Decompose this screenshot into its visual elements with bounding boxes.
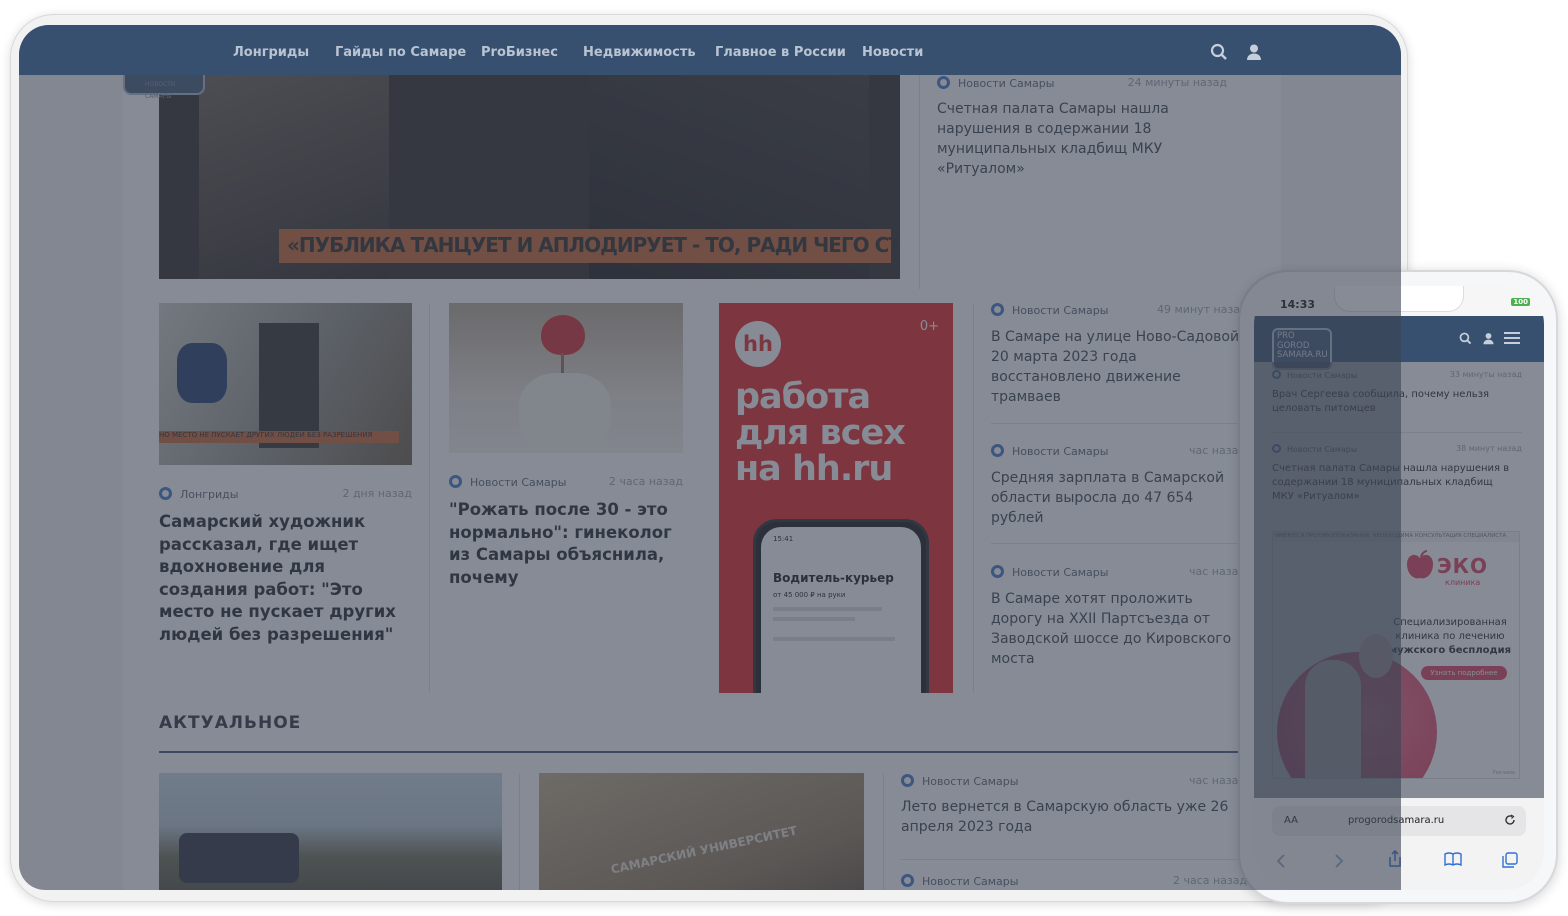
top-news-meta: Новости Самары 24 минуты назад xyxy=(937,76,1227,90)
side-news-2-title[interactable]: Средняя зарплата в Самарской области выр… xyxy=(991,468,1241,528)
card-2-title[interactable]: "Рожать после 30 - это нормально": гинек… xyxy=(449,499,683,589)
phone-frame: 14:33 100 PRO GOROD SAMARA.RU Новости Сама… xyxy=(1238,270,1558,904)
hh-ad-text: работа для всех на hh.ru xyxy=(735,377,906,489)
actual-news-1-title[interactable]: Лето вернется в Самарскую область уже 26… xyxy=(901,797,1241,837)
phone-site-logo[interactable]: PRO GOROD SAMARA.RU xyxy=(1272,328,1332,370)
battery-icon: 100 xyxy=(1511,298,1530,306)
card-image-heart[interactable] xyxy=(449,303,683,453)
actual-image-1[interactable] xyxy=(159,773,502,890)
user-icon[interactable] xyxy=(1482,332,1495,345)
hh-phone-mockup: 15:41 Водитель-курьер от 45 000 ₽ на рук… xyxy=(753,519,929,693)
top-news-title[interactable]: Счетная палата Самары нашла нарушения в … xyxy=(937,99,1197,179)
tabs-icon[interactable] xyxy=(1502,852,1518,868)
nav-longreads[interactable]: Лонгриды xyxy=(233,45,309,60)
back-icon[interactable] xyxy=(1276,854,1286,868)
hh-ad-banner[interactable]: hh 0+ работа для всех на hh.ru 15:41 Вод… xyxy=(719,303,953,693)
menu-icon[interactable] xyxy=(1504,331,1520,345)
phone-screen: 14:33 100 PRO GOROD SAMARA.RU Новости Сама… xyxy=(1254,286,1544,890)
card-2-meta: Новости Самары 2 часа назад xyxy=(449,475,683,489)
section-heading-actual: АКТУАЛЬНОЕ xyxy=(159,713,302,733)
side-news-1-title[interactable]: В Самаре на улице Ново-Садовой 20 марта … xyxy=(991,327,1251,407)
learn-more-button[interactable]: Узнать подробнее xyxy=(1421,666,1507,680)
hh-logo: hh xyxy=(735,321,781,367)
card-1-meta: Лонгриды 2 дня назад xyxy=(159,487,412,501)
card-1-title[interactable]: Самарский художник рассказал, где ищет в… xyxy=(159,511,412,646)
hero-image[interactable]: «ПУБЛИКА ТАНЦУЕТ И АПЛОДИРУЕТ - ТО, РАДИ… xyxy=(159,65,900,279)
category-dot-icon xyxy=(449,475,462,488)
phone-eco-ad[interactable]: ИМЕЮТСЯ ПРОТИВОПОКАЗАНИЯ. НЕОБХОДИМА КОН… xyxy=(1272,531,1520,779)
category-dot-icon xyxy=(937,76,950,89)
card-image-artist[interactable]: НО МЕСТО НЕ ПУСКАЕТ ДРУГИХ ЛЮДЕЙ БЕЗ РАЗ… xyxy=(159,303,412,465)
share-icon[interactable] xyxy=(1388,850,1402,868)
forward-icon[interactable] xyxy=(1334,854,1344,868)
url-bar[interactable]: AA progorodsamara.ru xyxy=(1272,806,1526,836)
search-icon[interactable] xyxy=(1210,43,1228,61)
nav-realty[interactable]: Недвижимость xyxy=(583,45,696,60)
reload-icon[interactable] xyxy=(1504,814,1516,826)
hero-quote: «ПУБЛИКА ТАНЦУЕТ И АПЛОДИРУЕТ - ТО, РАДИ… xyxy=(287,233,900,257)
page-body: «ПУБЛИКА ТАНЦУЕТ И АПЛОДИРУЕТ - ТО, РАДИ… xyxy=(123,25,1281,890)
nav-russia[interactable]: Главное в России xyxy=(715,45,846,60)
actual-image-2[interactable]: САМАРСКИЙ УНИВЕРСИТЕТ xyxy=(539,773,864,890)
category-dot-icon xyxy=(159,487,172,500)
phone-news-1-meta: Новости Самары 33 минуты назад xyxy=(1272,370,1522,380)
apple-logo-icon xyxy=(1407,550,1433,579)
bookmarks-icon[interactable] xyxy=(1444,852,1462,866)
category-dot-icon xyxy=(991,565,1004,578)
age-rating: 0+ xyxy=(919,319,939,334)
phone-browser-bar: AA progorodsamara.ru xyxy=(1254,798,1544,890)
category-dot-icon xyxy=(901,774,914,787)
category-dot-icon xyxy=(901,874,914,887)
phone-news-2-meta: Новости Самары 38 минут назад xyxy=(1272,444,1522,454)
phone-news-2-title[interactable]: Счетная палата Самары нашла нарушения в … xyxy=(1272,462,1517,504)
nav-guides[interactable]: Гайды по Самаре xyxy=(335,45,466,60)
search-icon[interactable] xyxy=(1459,332,1472,345)
category-dot-icon xyxy=(991,444,1004,457)
actual-news-2-meta: Новости Самары 2 часа назад xyxy=(901,874,1261,888)
user-icon[interactable] xyxy=(1245,43,1263,61)
nav-news[interactable]: Новости xyxy=(862,45,923,60)
category-dot-icon xyxy=(1272,370,1281,379)
tablet-screen: «ПУБЛИКА ТАНЦУЕТ И АПЛОДИРУЕТ - ТО, РАДИ… xyxy=(19,25,1401,890)
nav-probusiness[interactable]: ProБизнес xyxy=(481,45,558,60)
site-header: Лонгриды Гайды по Самаре ProБизнес Недви… xyxy=(19,25,1401,75)
category-dot-icon xyxy=(1272,444,1281,453)
phone-notch xyxy=(1334,286,1464,312)
side-news-3-title[interactable]: В Самаре хотят проложить дорогу на XXII … xyxy=(991,589,1247,669)
actual-news-1-meta: Новости Самары час назад xyxy=(901,774,1261,788)
category-dot-icon xyxy=(991,303,1004,316)
phone-news-1-title[interactable]: Врач Сергеева сообщила, почему нельзя це… xyxy=(1272,388,1517,416)
